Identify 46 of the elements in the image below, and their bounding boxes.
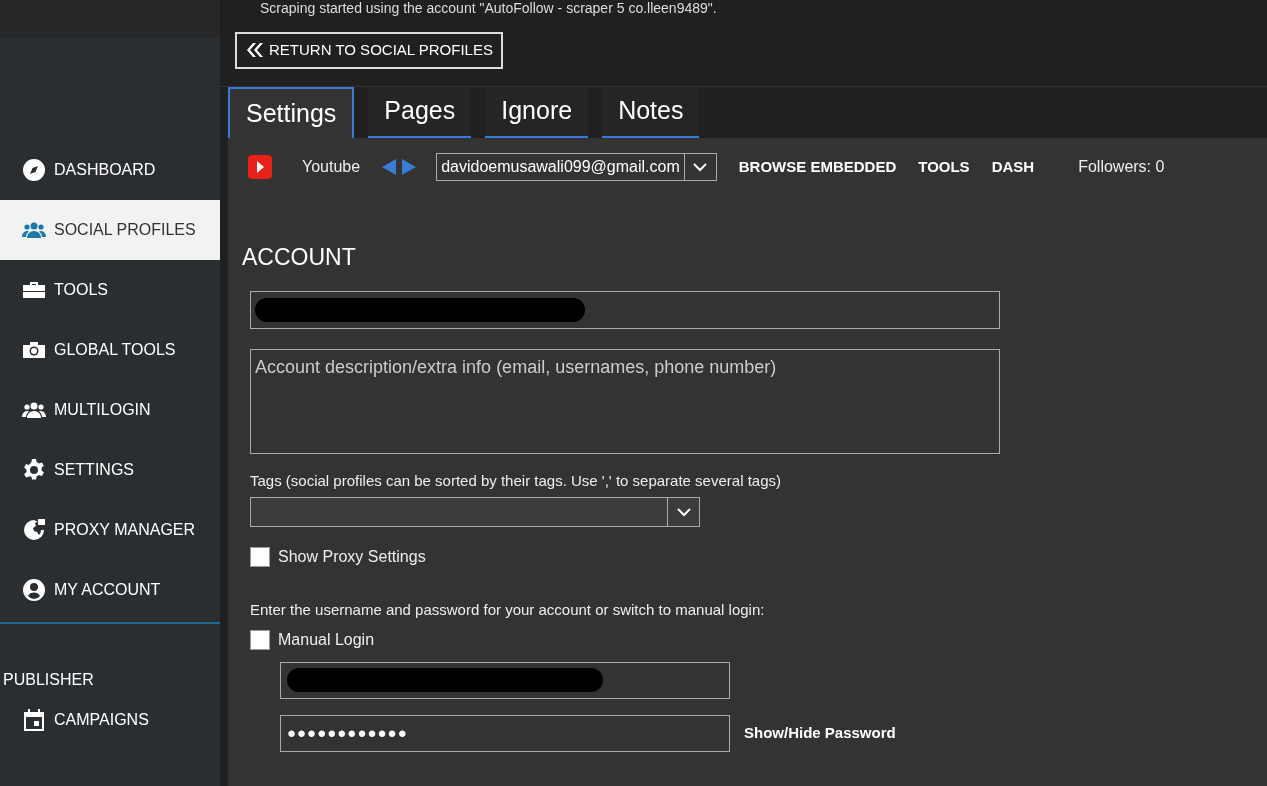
sidebar-item[interactable]: GLOBAL TOOLS xyxy=(0,320,220,380)
sidebar-item[interactable]: CAMPAIGNS xyxy=(0,700,220,740)
field-label: Tags (social profiles can be sorted by their tags. Use ',' to separate several tags) xyxy=(250,470,782,491)
username-field[interactable] xyxy=(280,661,730,699)
network-label: Youtube xyxy=(302,157,361,177)
instruction-text: Enter the username and password for your account or switch to manual login: xyxy=(250,600,766,620)
checkbox[interactable] xyxy=(250,629,270,650)
compass-icon xyxy=(22,158,46,182)
double-chevron-icon xyxy=(245,41,263,60)
tab[interactable]: Settings xyxy=(228,86,355,138)
chevron-down-icon xyxy=(676,507,691,517)
password-field[interactable]: ●●●●●●●●●●●● xyxy=(280,714,730,752)
description-field[interactable]: Account description/extra info (email, usernames, phone number) xyxy=(250,348,1000,454)
toolbar-link[interactable]: BROWSE EMBEDDED xyxy=(738,155,897,179)
tab[interactable]: Notes xyxy=(602,86,700,138)
toolbar-link[interactable]: TOOLS xyxy=(918,155,970,179)
sidebar-item[interactable]: PROXY MANAGER xyxy=(0,500,220,560)
play-logo-icon xyxy=(248,155,272,179)
show-hide-password-link[interactable]: Show/Hide Password xyxy=(744,721,896,745)
chevron-down-icon xyxy=(693,162,708,172)
globe-icon xyxy=(22,518,46,542)
sidebar-item[interactable]: DASHBOARD xyxy=(0,140,220,200)
section-heading: PUBLISHER xyxy=(2,670,95,690)
checkbox-label: Show Proxy Settings xyxy=(278,547,426,567)
toolbar-link[interactable]: DASH xyxy=(991,155,1035,179)
next-arrow-icon[interactable] xyxy=(402,159,417,175)
return-button[interactable]: RETURN TO SOCIAL PROFILES xyxy=(235,32,503,69)
tab[interactable]: Ignore xyxy=(485,86,589,138)
sidebar-item[interactable]: SOCIAL PROFILES xyxy=(0,200,220,260)
tags-dropdown[interactable] xyxy=(250,497,700,527)
checkbox-label: Manual Login xyxy=(278,629,375,650)
followers-count: Followers: 0 xyxy=(1078,157,1165,177)
checkbox[interactable] xyxy=(250,547,270,567)
calendar-icon xyxy=(22,708,46,732)
prev-arrow-icon[interactable] xyxy=(382,159,397,175)
sidebar-item[interactable]: MY ACCOUNT xyxy=(0,560,220,620)
status-message: Scraping started using the account "AutoFollow - scraper 5 co.lleen9489". xyxy=(259,0,718,18)
sidebar-item[interactable]: MULTILOGIN xyxy=(0,380,220,440)
sidebar-item[interactable]: TOOLS xyxy=(0,260,220,320)
user-icon xyxy=(22,578,46,602)
settings-icon xyxy=(22,458,46,482)
tab[interactable]: Pages xyxy=(368,86,472,138)
sidebar-item[interactable]: SETTINGS xyxy=(0,440,220,500)
account-dropdown[interactable]: davidoemusawali099@gmail.com xyxy=(436,153,717,181)
account-name-field[interactable] xyxy=(250,290,1000,329)
section-title: ACCOUNT xyxy=(242,243,357,272)
